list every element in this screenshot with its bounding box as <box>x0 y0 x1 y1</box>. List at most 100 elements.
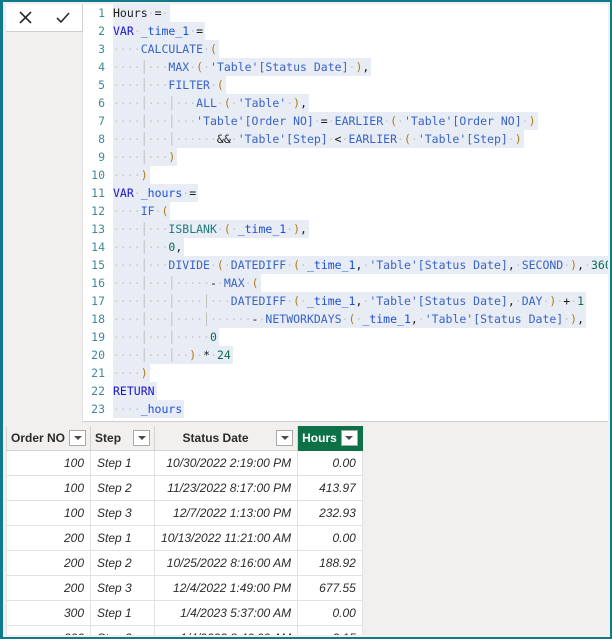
code-line[interactable]: 23 ····_hours <box>83 400 608 418</box>
table-row[interactable]: 200 Step 3 12/4/2022 1:49:00 PM 677.55 <box>6 574 363 601</box>
chevron-down-icon <box>280 435 289 440</box>
cell-status-date[interactable]: 10/30/2022 2:19:00 PM <box>154 449 299 476</box>
cell-hours[interactable]: 0.00 <box>297 524 363 551</box>
cell-hours[interactable]: 677.55 <box>297 574 363 601</box>
column-header-status-date[interactable]: Status Date <box>154 426 299 451</box>
code-token-fn: MAX <box>168 60 190 74</box>
cell-status-date[interactable]: 12/4/2022 1:49:00 PM <box>154 574 299 601</box>
code-line[interactable]: 2 VAR·_time_1·= <box>83 22 608 40</box>
cell-order-no[interactable]: 200 <box>6 524 92 551</box>
code-line[interactable]: 5 ····│···FILTER·( <box>83 76 608 94</box>
table-row[interactable]: 300 Step 1 1/4/2023 5:37:00 AM 0.00 <box>6 599 363 626</box>
code-line[interactable]: 8 ····│···│······&&·'Table'[Step]·<·EARLI… <box>83 130 608 148</box>
filter-dropdown-hours[interactable] <box>340 429 358 446</box>
code-text: ····│···ISBLANK·(·_time_1·), <box>113 220 309 238</box>
code-token-op: = <box>189 186 197 200</box>
cell-order-no[interactable]: 100 <box>6 474 92 501</box>
code-line[interactable]: 9 ····│···) <box>83 148 608 166</box>
code-token-fn2: ISBLANK <box>168 222 217 236</box>
code-line[interactable]: 1 Hours·=· <box>83 4 608 22</box>
code-token-dot: · <box>244 276 252 290</box>
cell-order-no[interactable]: 200 <box>6 574 92 601</box>
code-line[interactable]: 11 VAR·_hours·= <box>83 184 608 202</box>
code-line[interactable]: 21 ····) <box>83 364 608 382</box>
column-header-hours[interactable]: Hours <box>297 426 363 451</box>
line-number: 15 <box>91 258 105 272</box>
column-header-order-no[interactable]: Order NO <box>6 426 92 451</box>
code-line[interactable]: 4 ····│···MAX·(·'Table'[Status Date]·), <box>83 58 608 76</box>
code-line[interactable]: 17 ····│···│····│···DATEDIFF·(·_time_1,·'… <box>83 292 608 310</box>
column-header-label: Order NO <box>11 430 66 445</box>
cancel-formula-button[interactable] <box>11 6 39 30</box>
cell-step[interactable]: Step 2 <box>90 474 156 501</box>
cell-hours[interactable]: 3.15 <box>297 624 363 635</box>
cell-step[interactable]: Step 3 <box>90 499 156 526</box>
cell-order-no[interactable]: 100 <box>6 499 92 526</box>
table-row[interactable]: 200 Step 1 10/13/2022 11:21:00 AM 0.00 <box>6 524 363 551</box>
cell-step[interactable]: Step 3 <box>90 574 156 601</box>
cell-step[interactable]: Step 1 <box>90 524 156 551</box>
table-row[interactable]: 100 Step 3 12/7/2022 1:13:00 PM 232.93 <box>6 499 363 526</box>
code-line[interactable]: 13 ····│···ISBLANK·(·_time_1·), <box>83 220 608 238</box>
code-line[interactable]: 3 ····CALCULATE·( <box>83 40 608 58</box>
commit-formula-button[interactable] <box>49 6 77 30</box>
column-header-step[interactable]: Step <box>90 426 156 451</box>
code-token-fn: DATEDIFF <box>230 294 287 308</box>
cell-order-no[interactable]: 300 <box>6 599 92 626</box>
code-token-fn: IF <box>140 204 155 218</box>
dax-formula-editor[interactable]: 1 Hours·=· 2 VAR·_time_1·= 3 ····CALCULATE·(4… <box>83 4 608 421</box>
code-line[interactable]: 12 ····IF·( <box>83 202 608 220</box>
cell-order-no[interactable]: 100 <box>6 449 92 476</box>
code-text: ····│···│···ALL·(·'Table'·), <box>113 94 310 112</box>
cell-hours[interactable]: 0.00 <box>297 449 363 476</box>
table-row[interactable]: 300Step 21/4/2023 8:46:00 AM3.15 <box>6 624 363 635</box>
filter-dropdown-order-no[interactable] <box>69 429 87 446</box>
code-line[interactable]: 16 ····│···│·····-·MAX·( <box>83 274 608 292</box>
column-header-label: Hours <box>302 430 337 445</box>
code-token-tbl: 'Table'[Status Date] <box>210 60 349 74</box>
code-token-dot: ······ <box>210 312 252 326</box>
code-line[interactable]: 10 ····) <box>83 166 608 184</box>
cell-order-no[interactable]: 200 <box>6 549 92 576</box>
cell-hours[interactable]: 232.93 <box>297 499 363 526</box>
code-token-tbl: 'Table'[Step] <box>237 132 328 146</box>
cell-status-date[interactable]: 1/4/2023 5:37:00 AM <box>154 599 299 626</box>
cell-step[interactable]: Step 1 <box>90 449 156 476</box>
code-text: ····│···) <box>113 148 178 166</box>
cell-status-date[interactable]: 10/25/2022 8:16:00 AM <box>154 549 299 576</box>
cell-hours[interactable]: 188.92 <box>297 549 363 576</box>
code-token-paren: ( <box>251 276 259 290</box>
table-row[interactable]: 100 Step 1 10/30/2022 2:19:00 PM 0.00 <box>6 449 363 476</box>
code-token-dot: ···· <box>113 132 141 146</box>
code-line[interactable]: 18 ····│···│····│······-·NETWORKDAYS·(·_t… <box>83 310 608 328</box>
code-token-dot: · <box>417 312 425 326</box>
cell-status-date[interactable]: 11/23/2022 8:17:00 PM <box>154 474 299 501</box>
code-token-guide: │ <box>203 294 210 308</box>
cell-step[interactable]: Step 1 <box>90 599 156 626</box>
cell-status-date[interactable]: 10/13/2022 11:21:00 AM <box>154 524 299 551</box>
cell-step[interactable]: Step 2 <box>90 624 156 635</box>
cell-step[interactable]: Step 2 <box>90 549 156 576</box>
code-text: ····│···0, <box>113 238 185 256</box>
code-token-guide: │ <box>140 60 148 74</box>
code-token-paren: ) <box>140 168 148 182</box>
line-number: 7 <box>98 114 105 128</box>
table-row[interactable]: 200 Step 2 10/25/2022 8:16:00 AM 188.92 <box>6 549 363 576</box>
filter-dropdown-step[interactable] <box>133 429 151 446</box>
code-token-dot: ···· <box>113 240 141 254</box>
code-line[interactable]: 6 ····│···│···ALL·(·'Table'·), <box>83 94 608 112</box>
code-line[interactable]: 7 ····│···│···'Table'[Order NO]·=·EARLIER… <box>83 112 608 130</box>
cell-status-date[interactable]: 12/7/2022 1:13:00 PM <box>154 499 299 526</box>
cell-order-no[interactable]: 300 <box>6 624 92 635</box>
filter-dropdown-status-date[interactable] <box>276 429 294 446</box>
code-line[interactable]: 19 ····│···│·····0 <box>83 328 608 346</box>
cell-hours[interactable]: 0.00 <box>297 599 363 626</box>
column-header-label: Status Date <box>182 430 249 445</box>
code-line[interactable]: 15 ····│···DIVIDE·(·DATEDIFF·(·_time_1,·'… <box>83 256 608 274</box>
table-row[interactable]: 100 Step 2 11/23/2022 8:17:00 PM 413.97 <box>6 474 363 501</box>
code-line[interactable]: 22 RETURN <box>83 382 608 400</box>
code-line[interactable]: 20 ····│···│··)·*·24 <box>83 346 608 364</box>
cell-hours[interactable]: 413.97 <box>297 474 363 501</box>
cell-status-date[interactable]: 1/4/2023 8:46:00 AM <box>154 624 299 635</box>
code-line[interactable]: 14 ····│···0, <box>83 238 608 256</box>
